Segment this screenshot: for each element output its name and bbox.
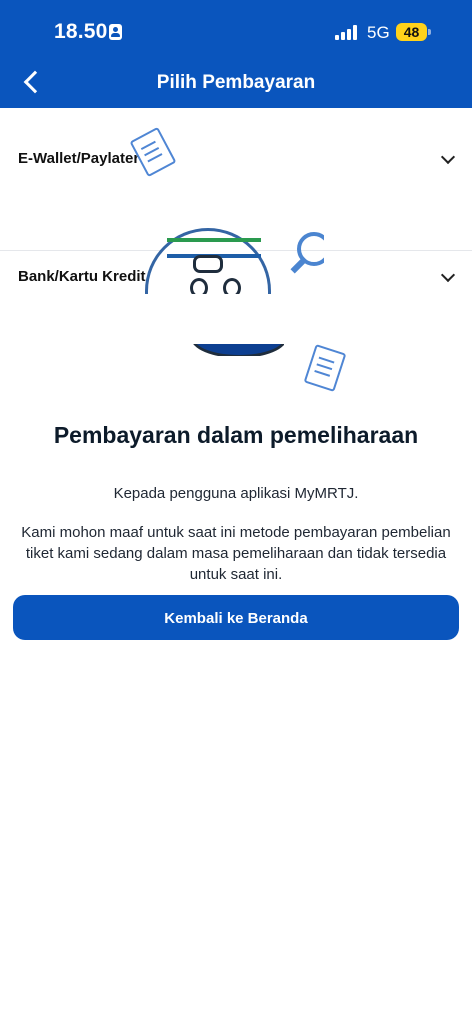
document-icon (303, 344, 347, 392)
app-header: 18.50 5G 48 Pilih Pembayaran (0, 0, 472, 108)
mascot-body-illustration (188, 344, 284, 356)
chevron-down-icon (440, 267, 456, 283)
back-to-home-button[interactable]: Kembali ke Beranda (13, 595, 459, 640)
payment-method-ewallet[interactable]: E-Wallet/Paylater (0, 142, 472, 182)
signal-icon (335, 24, 359, 40)
battery-indicator: 48 (396, 23, 431, 41)
person-icon (109, 24, 122, 40)
network-type: 5G (367, 23, 390, 42)
maintenance-message: Kami mohon maaf untuk saat ini metode pe… (21, 524, 451, 583)
maintenance-greeting: Kepada pengguna aplikasi MyMRTJ. (113, 485, 359, 502)
status-time: 18.50 (54, 20, 108, 43)
page-title: Pilih Pembayaran (156, 72, 316, 93)
payment-method-label: Bank/Kartu Kredit (18, 268, 146, 285)
maintenance-mascot-illustration (145, 224, 324, 294)
payment-method-label: E-Wallet/Paylater (18, 150, 140, 167)
maintenance-title: Pembayaran dalam pemeliharaan (53, 422, 419, 448)
chevron-down-icon (440, 149, 456, 165)
